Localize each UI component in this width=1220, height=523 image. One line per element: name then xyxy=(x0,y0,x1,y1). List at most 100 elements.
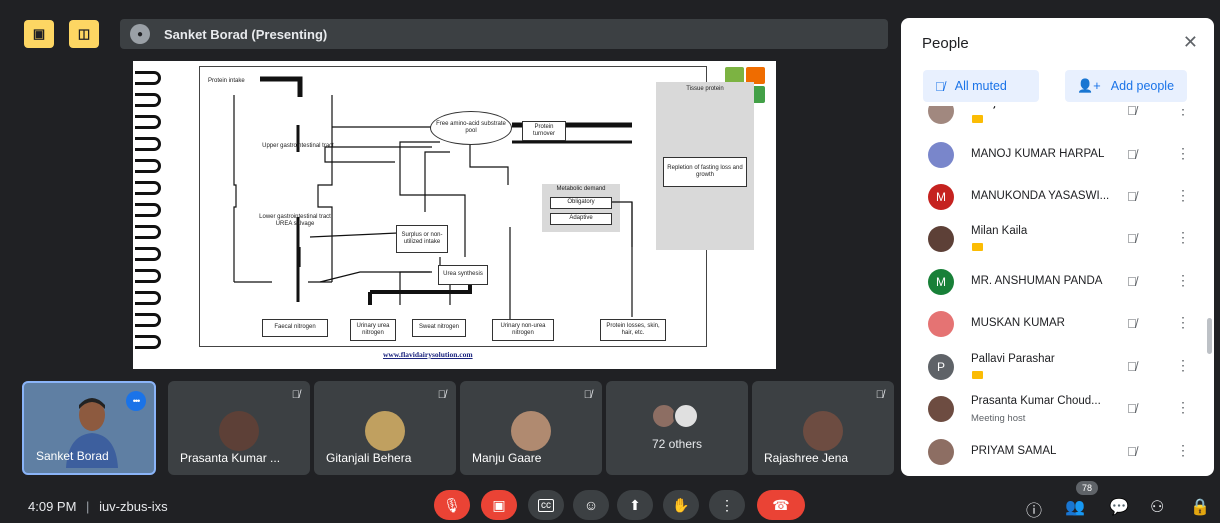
panel-toggle-button[interactable]: ◫ xyxy=(69,20,99,48)
captions-button[interactable]: cc xyxy=(528,490,564,520)
avatar: M xyxy=(928,184,954,210)
clock: 4:09 PM xyxy=(28,499,77,514)
tile-name: Sanket Borad xyxy=(36,449,109,463)
mic-off-icon[interactable]: 🎙̸ xyxy=(1127,274,1137,289)
info-icon[interactable]: ⓘ xyxy=(1026,497,1042,521)
source-url: www.flavidairysolution.com xyxy=(383,350,473,359)
participant-row[interactable]: Prasanta Kumar Choud... Meeting host 🎙̸ ⋮ xyxy=(901,388,1201,430)
present-button[interactable]: ⬆ xyxy=(617,490,653,520)
avatar xyxy=(928,106,954,124)
participant-tile[interactable]: 🎙̸ Prasanta Kumar ... xyxy=(168,381,310,475)
participant-tile[interactable]: 🎙̸ Gitanjali Behera xyxy=(314,381,456,475)
participant-row[interactable]: MUSKAN KUMAR 🎙̸ ⋮ xyxy=(901,303,1201,345)
participant-row[interactable]: M MANUKONDA YASASWI... 🎙̸ ⋮ xyxy=(901,176,1201,218)
participant-role: Meeting host xyxy=(971,413,1026,424)
camera-off-icon: ▣ xyxy=(492,496,506,513)
meeting-info: 4:09 PM | iuv-zbus-ixs xyxy=(28,499,168,514)
chat-icon[interactable]: 💬 xyxy=(1109,497,1129,517)
urinary-urea-box: Urinary urea nitrogen xyxy=(350,319,396,341)
adaptive-box: Adaptive xyxy=(550,213,612,225)
tile-name: Rajashree Jena xyxy=(764,451,849,465)
participant-row[interactable]: PRIYAM SAMAL 🎙̸ ⋮ xyxy=(901,431,1201,473)
avatar xyxy=(928,142,954,168)
mic-off-icon[interactable]: 🎙̸ xyxy=(1127,189,1137,204)
camera-toggle-button[interactable]: ▣ xyxy=(481,490,517,520)
presentation-tag-icon xyxy=(972,371,983,379)
participant-name: Manju Gaare xyxy=(971,106,1037,109)
people-icon[interactable]: 👥 xyxy=(1065,497,1085,517)
stop-presenting-button[interactable]: ▣ xyxy=(24,20,54,48)
avatar: M xyxy=(928,269,954,295)
close-icon[interactable]: ✕ xyxy=(1183,32,1198,53)
others-tile[interactable]: 72 others xyxy=(606,381,748,475)
participant-tile[interactable]: 🎙̸ Rajashree Jena xyxy=(752,381,894,475)
mic-off-icon: 🎙̸ xyxy=(291,389,300,401)
hang-up-icon: ☎ xyxy=(772,496,790,513)
self-tile[interactable]: ••• Sanket Borad xyxy=(22,381,156,475)
participant-name: MUSKAN KUMAR xyxy=(971,317,1065,329)
more-vert-icon[interactable]: ⋮ xyxy=(1176,399,1190,416)
mic-off-icon[interactable]: 🎙̸ xyxy=(1127,106,1137,118)
tile-name: Gitanjali Behera xyxy=(326,451,412,465)
avatar xyxy=(928,311,954,337)
participant-tile[interactable]: 🎙̸ Manju Gaare xyxy=(460,381,602,475)
avatar xyxy=(928,396,954,422)
participant-name: Pallavi Parashar xyxy=(971,353,1055,365)
mic-off-icon: 🎙̸ xyxy=(437,389,446,401)
avatar xyxy=(928,439,954,465)
emoji-button[interactable]: ☺ xyxy=(573,490,609,520)
more-vert-icon[interactable]: ⋮ xyxy=(1176,187,1190,204)
mic-off-icon[interactable]: 🎙̸ xyxy=(1127,147,1137,162)
host-controls-icon[interactable]: 🔒 xyxy=(1190,497,1210,517)
participant-row[interactable]: MANOJ KUMAR HARPAL 🎙̸ ⋮ xyxy=(901,134,1201,176)
more-options-button[interactable]: ⋮ xyxy=(709,490,745,520)
free-aa-pool: Free amino-acid substrate pool xyxy=(430,111,512,145)
participant-avatar xyxy=(511,411,551,451)
participant-avatar xyxy=(365,411,405,451)
participant-row[interactable]: Manju Gaare 🎙̸ ⋮ xyxy=(901,106,1201,132)
all-muted-button[interactable]: 🎙̸ All muted xyxy=(923,70,1039,102)
mic-off-icon[interactable]: 🎙̸ xyxy=(1127,401,1137,416)
obligatory-box: Obligatory xyxy=(550,197,612,209)
participant-name: MANOJ KUMAR HARPAL xyxy=(971,148,1105,160)
separator: | xyxy=(86,499,90,514)
speaking-indicator-icon: ••• xyxy=(126,391,146,411)
participant-avatar xyxy=(219,411,259,451)
people-count-badge: 78 xyxy=(1076,481,1098,495)
repletion-box: Repletion of fasting loss and growth xyxy=(663,157,747,187)
presenter-bar: ● Sanket Borad (Presenting) xyxy=(120,19,888,49)
mic-off-icon[interactable]: 🎙̸ xyxy=(1127,231,1137,246)
more-vert-icon[interactable]: ⋮ xyxy=(1176,106,1190,118)
emoji-icon: ☺ xyxy=(583,497,599,513)
captions-icon: cc xyxy=(538,498,554,512)
participant-row[interactable]: P Pallavi Parashar 🎙̸ ⋮ xyxy=(901,346,1201,388)
presentation-slide: Protein intake Upper gastrointestinal tr… xyxy=(133,61,776,369)
faecal-nitrogen-box: Faecal nitrogen xyxy=(262,319,328,337)
add-people-button[interactable]: 👤+ Add people xyxy=(1065,70,1187,102)
person-add-icon: 👤+ xyxy=(1077,78,1101,93)
people-list[interactable]: Manju Gaare 🎙̸ ⋮ MANOJ KUMAR HARPAL 🎙̸ ⋮ M MANU… xyxy=(901,106,1214,476)
more-vert-icon[interactable]: ⋮ xyxy=(1176,145,1190,162)
tile-name: Manju Gaare xyxy=(472,451,542,465)
avatar: P xyxy=(928,354,954,380)
raise-hand-button[interactable]: ✋ xyxy=(663,490,699,520)
tile-name: Prasanta Kumar ... xyxy=(180,451,281,465)
more-vert-icon[interactable]: ⋮ xyxy=(1176,314,1190,331)
mic-off-icon[interactable]: 🎙̸ xyxy=(1127,359,1137,374)
more-vert-icon[interactable]: ⋮ xyxy=(1176,442,1190,459)
more-vert-icon[interactable]: ⋮ xyxy=(1176,272,1190,289)
mic-off-icon: 🎙̸ xyxy=(875,389,884,401)
participant-row[interactable]: Milan Kaila 🎙̸ ⋮ xyxy=(901,218,1201,260)
metabolic-demand-label: Metabolic demand xyxy=(556,186,606,193)
upper-gi-label: Upper gastrointestinal tract xyxy=(262,143,334,150)
participant-row[interactable]: M MR. ANSHUMAN PANDA 🎙̸ ⋮ xyxy=(901,261,1201,303)
more-vert-icon[interactable]: ⋮ xyxy=(1176,357,1190,374)
more-vert-icon[interactable]: ⋮ xyxy=(1176,229,1190,246)
panel-icon: ◫ xyxy=(77,26,91,41)
leave-call-button[interactable]: ☎ xyxy=(757,490,805,520)
activities-icon[interactable]: ⚇ xyxy=(1150,497,1164,517)
mic-off-icon[interactable]: 🎙̸ xyxy=(1127,316,1137,331)
mic-off-icon[interactable]: 🎙̸ xyxy=(1127,444,1137,459)
scrollbar[interactable] xyxy=(1207,318,1212,354)
mic-toggle-button[interactable]: 🎙 xyxy=(434,490,470,520)
